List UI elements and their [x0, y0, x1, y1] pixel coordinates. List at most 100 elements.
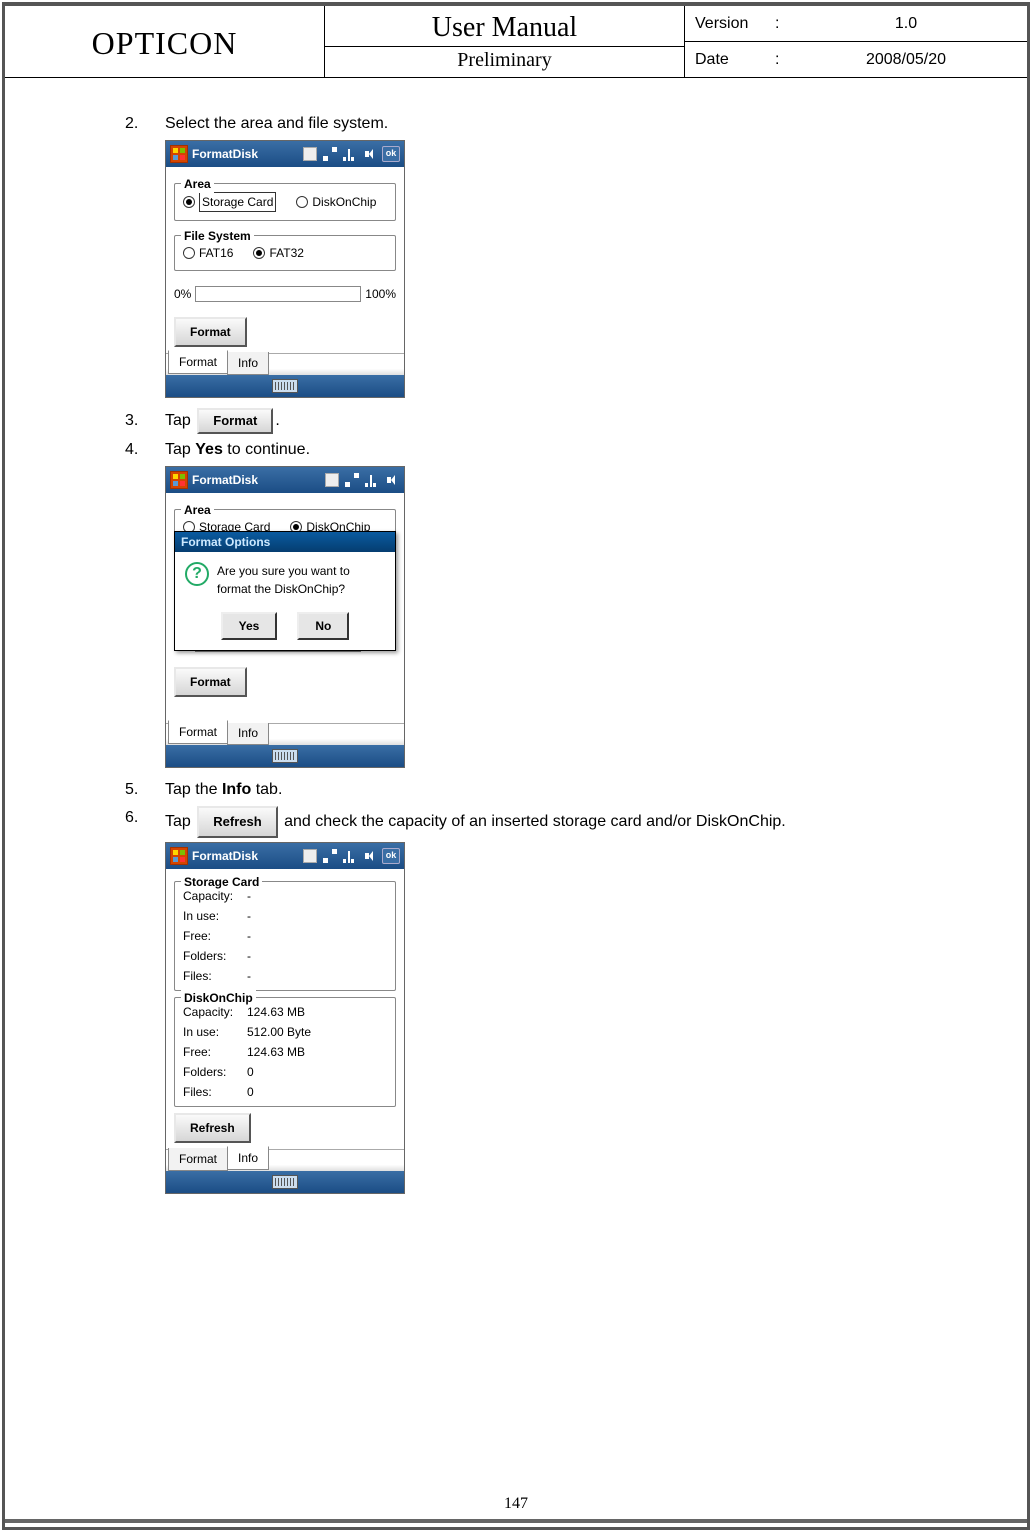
pda-titlebar: FormatDisk: [166, 467, 404, 493]
ok-button[interactable]: ok: [382, 848, 400, 864]
brand-text: OPTICON: [92, 25, 238, 62]
radio-fat32[interactable]: FAT32: [253, 244, 303, 262]
label-inuse: In use:: [183, 1023, 247, 1041]
sound-icon[interactable]: [363, 147, 377, 161]
network-icon[interactable]: [345, 473, 359, 487]
area-legend: Area: [181, 175, 214, 193]
format-button[interactable]: Format: [174, 667, 247, 697]
keyboard-icon[interactable]: [272, 379, 298, 393]
tab-format[interactable]: Format: [168, 1148, 228, 1171]
tab-info[interactable]: Info: [227, 722, 269, 745]
sound-icon[interactable]: [363, 849, 377, 863]
radio-icon: [253, 247, 265, 259]
start-icon[interactable]: [170, 145, 188, 163]
step-text: tab.: [251, 781, 282, 798]
format-button[interactable]: Format: [174, 317, 247, 347]
date-value: 2008/05/20: [795, 51, 1017, 69]
doc-title: User Manual: [325, 10, 684, 47]
doc-free: 124.63 MB: [247, 1043, 387, 1061]
doc-inuse: 512.00 Byte: [247, 1023, 387, 1041]
content-area: 2. Select the area and file system. Form…: [5, 78, 1027, 1194]
progress-hundred: 100%: [365, 285, 396, 303]
progress-row: 0% 100%: [174, 285, 396, 303]
lang-icon[interactable]: [303, 147, 317, 161]
ok-button[interactable]: ok: [382, 146, 400, 162]
title-cell: User Manual Preliminary: [325, 6, 685, 77]
tab-info[interactable]: Info: [227, 1146, 269, 1170]
dialog-title: Format Options: [175, 532, 395, 552]
storagecard-fieldset: Storage Card Capacity:- In use:- Free:- …: [174, 881, 396, 991]
radio-diskonchip[interactable]: DiskOnChip: [296, 193, 376, 211]
pda-titlebar: FormatDisk ok: [166, 843, 404, 869]
lang-icon[interactable]: [325, 473, 339, 487]
step-number: 2.: [125, 112, 165, 136]
filesystem-fieldset: File System FAT16 FAT32: [174, 235, 396, 271]
question-icon: ?: [185, 562, 209, 586]
radio-storage-card[interactable]: Storage Card: [183, 192, 276, 212]
sc-capacity: -: [247, 887, 387, 905]
meta-cell: Version : 1.0 Date : 2008/05/20: [685, 6, 1027, 77]
keyboard-icon[interactable]: [272, 749, 298, 763]
window-title: FormatDisk: [192, 145, 258, 163]
tab-format[interactable]: Format: [168, 720, 228, 744]
doc-files: 0: [247, 1083, 387, 1101]
filesystem-legend: File System: [181, 227, 254, 245]
step-bold: Info: [222, 781, 251, 798]
keyboard-icon[interactable]: [272, 1175, 298, 1189]
step-text: and check the capacity of an inserted st…: [284, 813, 786, 830]
lang-icon[interactable]: [303, 849, 317, 863]
radio-label-text: FAT32: [269, 244, 303, 262]
area-legend: Area: [181, 501, 214, 519]
progress-bar: [195, 286, 361, 302]
radio-fat16[interactable]: FAT16: [183, 244, 233, 262]
step-text: Tap: [165, 813, 195, 830]
step-number: 3.: [125, 409, 165, 433]
version-value: 1.0: [795, 15, 1017, 33]
step-number: 4.: [125, 438, 165, 462]
start-icon[interactable]: [170, 471, 188, 489]
step-number: 5.: [125, 778, 165, 802]
step-text: Tap: [165, 412, 195, 429]
label-files: Files:: [183, 1083, 247, 1101]
step-bold: Yes: [195, 441, 223, 458]
colon: :: [775, 51, 795, 69]
pda-screenshot-info: FormatDisk ok Storage Card Capacity:- In…: [165, 842, 405, 1194]
area-fieldset: Area Storage Card DiskOnChip: [174, 183, 396, 221]
doc-folders: 0: [247, 1063, 387, 1081]
radio-label-text: DiskOnChip: [312, 193, 376, 211]
label-files: Files:: [183, 967, 247, 985]
doc-header: OPTICON User Manual Preliminary Version …: [5, 6, 1027, 78]
refresh-button[interactable]: Refresh: [174, 1113, 251, 1143]
dialog-text: Are you sure you want to format the Disk…: [217, 562, 385, 598]
tab-format[interactable]: Format: [168, 350, 228, 374]
no-button[interactable]: No: [297, 612, 349, 640]
pda-titlebar: FormatDisk ok: [166, 141, 404, 167]
yes-button[interactable]: Yes: [221, 612, 278, 640]
step-text: Tap the: [165, 781, 222, 798]
inline-refresh-button[interactable]: Refresh: [197, 806, 277, 838]
pda-screenshot-dialog: FormatDisk Area Storage Card: [165, 466, 405, 768]
signal-icon[interactable]: [343, 849, 357, 863]
signal-icon[interactable]: [343, 147, 357, 161]
date-label: Date: [695, 51, 775, 69]
signal-icon[interactable]: [365, 473, 379, 487]
inline-format-button[interactable]: Format: [197, 408, 273, 434]
start-icon[interactable]: [170, 847, 188, 865]
version-label: Version: [695, 15, 775, 33]
doc-subtitle: Preliminary: [325, 47, 684, 74]
sc-inuse: -: [247, 907, 387, 925]
radio-icon: [183, 247, 195, 259]
sc-legend: Storage Card: [181, 873, 262, 891]
network-icon[interactable]: [323, 849, 337, 863]
progress-zero: 0%: [174, 285, 191, 303]
colon: :: [775, 15, 795, 33]
radio-label-text: Storage Card: [199, 192, 276, 212]
radio-icon: [296, 196, 308, 208]
footer-rule: [5, 1519, 1027, 1523]
step-text: Tap: [165, 441, 195, 458]
tab-info[interactable]: Info: [227, 352, 269, 375]
sound-icon[interactable]: [385, 473, 399, 487]
network-icon[interactable]: [323, 147, 337, 161]
sc-files: -: [247, 967, 387, 985]
sc-folders: -: [247, 947, 387, 965]
